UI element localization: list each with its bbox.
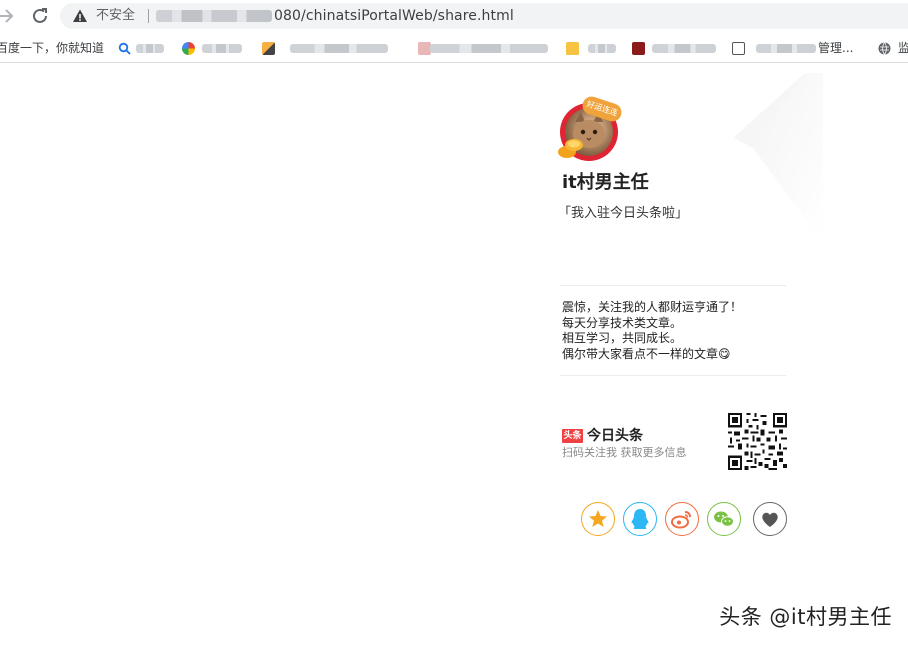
qq-share-button[interactable] bbox=[623, 502, 657, 536]
favorite-button[interactable] bbox=[581, 502, 615, 536]
bookmark-redacted[interactable] bbox=[652, 44, 716, 53]
qq-icon bbox=[631, 509, 649, 529]
bio-line: 震惊，关注我的人都财运亨通了！ bbox=[562, 300, 743, 314]
url-text[interactable]: 080/chinatsiPortalWeb/share.html bbox=[274, 8, 514, 24]
forward-arrow-icon[interactable] bbox=[0, 4, 18, 28]
bookmark-baidu[interactable]: 百度一下，你就知道 bbox=[0, 40, 104, 56]
folder-icon[interactable] bbox=[566, 42, 579, 55]
bookmark-redacted[interactable] bbox=[756, 44, 816, 53]
bio-line: 每天分享技术类文章。 bbox=[562, 315, 683, 330]
avatar[interactable]: 好运连连 bbox=[558, 94, 624, 164]
url-redacted bbox=[156, 10, 272, 22]
bookmark-last[interactable]: 监 bbox=[898, 40, 908, 56]
bookmark-redacted[interactable] bbox=[290, 44, 388, 53]
watermark: 头条 @it村男主任 bbox=[719, 605, 892, 629]
profile-slogan: 「我入驻今日头条啦」 bbox=[558, 206, 689, 221]
bookmark-redacted[interactable] bbox=[136, 44, 164, 53]
bookmark-favicon[interactable] bbox=[732, 42, 745, 55]
bookmarks-bar: 百度一下，你就知道 管理... 监 bbox=[0, 33, 908, 63]
decorative-shape bbox=[733, 73, 823, 243]
address-bar[interactable]: 不安全 080/chinatsiPortalWeb/share.html bbox=[60, 3, 908, 29]
brand-name: 今日头条 bbox=[587, 427, 643, 444]
divider bbox=[560, 375, 786, 376]
bookmark-redacted[interactable] bbox=[430, 44, 548, 53]
address-separator bbox=[148, 9, 149, 23]
bookmark-favicon[interactable] bbox=[632, 42, 645, 55]
profile-name: it村男主任 bbox=[562, 172, 649, 193]
warning-icon[interactable] bbox=[72, 8, 88, 24]
bookmark-mgmt[interactable]: 管理... bbox=[818, 40, 853, 56]
bookmark-redacted[interactable] bbox=[202, 44, 242, 53]
weibo-share-button[interactable] bbox=[665, 502, 699, 536]
weibo-icon bbox=[671, 511, 691, 529]
brand-subtitle: 扫码关注我 获取更多信息 bbox=[562, 446, 687, 459]
browser-toolbar: 不安全 080/chinatsiPortalWeb/share.html bbox=[0, 0, 908, 32]
bio-line: 偶尔带大家看点不一样的文章😋 bbox=[562, 346, 731, 361]
heart-icon bbox=[762, 512, 778, 527]
bookmark-favicon[interactable] bbox=[262, 42, 275, 55]
toutiao-logo: 头条 今日头条 bbox=[562, 425, 643, 444]
bookmark-redacted[interactable] bbox=[588, 44, 616, 53]
security-label[interactable]: 不安全 bbox=[96, 8, 135, 24]
toutiao-mark: 头条 bbox=[562, 428, 583, 443]
search-icon[interactable] bbox=[118, 42, 131, 55]
bio-line: 相互学习，共同成长。 bbox=[562, 331, 683, 345]
coins-icon bbox=[558, 139, 583, 158]
wechat-icon bbox=[714, 511, 734, 527]
divider bbox=[560, 285, 786, 286]
globe-icon[interactable] bbox=[878, 42, 891, 55]
star-icon bbox=[589, 510, 607, 527]
profile-bio: 震惊，关注我的人都财运亨通了！ 每天分享技术类文章。 相互学习，共同成长。 偶尔… bbox=[562, 300, 786, 362]
qr-code bbox=[728, 413, 787, 470]
like-button[interactable] bbox=[753, 502, 787, 536]
reload-icon[interactable] bbox=[28, 4, 52, 28]
chrome-icon[interactable] bbox=[182, 42, 195, 55]
wechat-share-button[interactable] bbox=[707, 502, 741, 536]
